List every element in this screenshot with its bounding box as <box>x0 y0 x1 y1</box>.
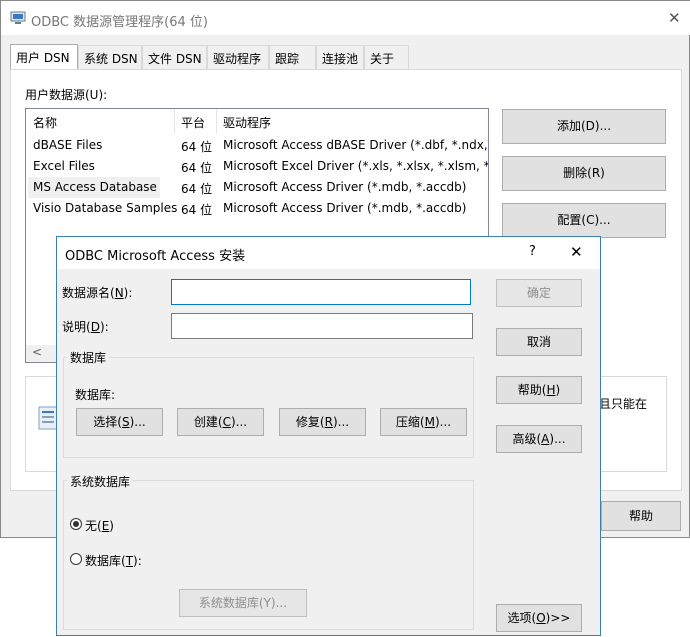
system-database-button[interactable]: 系统数据库(Y)... <box>179 589 307 617</box>
row-name: Visio Database Samples <box>33 201 178 215</box>
add-button[interactable]: 添加(D)... <box>502 109 666 144</box>
database-group-title: 数据库 <box>67 349 110 366</box>
dsn-name-input[interactable] <box>171 279 471 305</box>
info-text-partial: 且只能在 <box>599 397 648 411</box>
radio-database[interactable] <box>70 553 82 565</box>
user-dsn-list-label: 用户数据源(U): <box>25 88 108 102</box>
row-platform: 64 位 <box>181 140 213 154</box>
tab-file-dsn[interactable]: 文件 DSN <box>142 45 207 69</box>
table-row[interactable]: MS Access Database 64 位 Microsoft Access… <box>26 177 488 198</box>
table-row[interactable]: dBASE Files 64 位 Microsoft Access dBASE … <box>26 135 488 156</box>
ok-button[interactable]: 确定 <box>496 279 582 307</box>
select-database-button[interactable]: 选择(S)... <box>76 408 163 436</box>
dialog-title-bar: ODBC Microsoft Access 安装 ? ✕ <box>57 237 600 269</box>
radio-none[interactable] <box>70 518 82 530</box>
configure-button[interactable]: 配置(C)... <box>502 203 666 238</box>
row-name: Excel Files <box>33 159 95 173</box>
column-divider <box>216 109 217 133</box>
row-platform: 64 位 <box>181 182 213 196</box>
access-setup-dialog: ODBC Microsoft Access 安装 ? ✕ 数据源名(N): 说明… <box>56 236 601 636</box>
row-driver: Microsoft Excel Driver (*.xls, *.xlsx, *… <box>223 159 488 173</box>
row-name: dBASE Files <box>33 138 103 152</box>
options-button[interactable]: 选项(O)>> <box>496 604 582 632</box>
radio-database-label[interactable]: 数据库(T): <box>85 552 142 569</box>
row-platform: 64 位 <box>181 203 213 217</box>
table-row[interactable]: Excel Files 64 位 Microsoft Excel Driver … <box>26 156 488 177</box>
table-row[interactable]: Visio Database Samples 64 位 Microsoft Ac… <box>26 198 488 219</box>
dialog-title: ODBC Microsoft Access 安装 <box>65 249 246 264</box>
system-database-group-title: 系统数据库 <box>67 473 134 490</box>
help-button[interactable]: 帮助(H) <box>496 376 582 404</box>
column-header-driver[interactable]: 驱动程序 <box>223 114 271 131</box>
main-help-button[interactable]: 帮助 <box>601 501 681 531</box>
dsn-name-label: 数据源名(N): <box>62 286 133 300</box>
tab-system-dsn[interactable]: 系统 DSN <box>78 45 142 69</box>
cancel-button[interactable]: 取消 <box>496 328 582 356</box>
description-label: 说明(D): <box>62 320 109 334</box>
odbc-app-icon <box>10 11 26 24</box>
column-divider <box>174 109 175 133</box>
tab-about[interactable]: 关于 <box>364 45 409 69</box>
help-icon[interactable]: ? <box>529 244 536 259</box>
database-path-label: 数据库: <box>75 388 116 402</box>
row-driver: Microsoft Access Driver (*.mdb, *.accdb) <box>223 201 467 215</box>
row-driver: Microsoft Access Driver (*.mdb, *.accdb) <box>223 180 467 194</box>
row-platform: 64 位 <box>181 161 213 175</box>
close-icon[interactable]: ✕ <box>668 9 681 27</box>
compact-database-button[interactable]: 压缩(M)... <box>380 408 467 436</box>
window-title: ODBC 数据源管理程序(64 位) <box>31 15 208 30</box>
description-input[interactable] <box>171 313 473 339</box>
scroll-left-icon[interactable]: < <box>32 345 42 359</box>
tab-connection-pool[interactable]: 连接池 <box>316 45 364 69</box>
row-name: MS Access Database <box>33 180 157 194</box>
column-header-name[interactable]: 名称 <box>33 114 57 131</box>
remove-button[interactable]: 删除(R) <box>502 156 666 191</box>
radio-none-label[interactable]: 无(E) <box>85 517 114 534</box>
column-header-platform[interactable]: 平台 <box>181 114 205 131</box>
row-driver: Microsoft Access dBASE Driver (*.dbf, *.… <box>223 138 488 152</box>
tab-user-dsn[interactable]: 用户 DSN <box>10 44 78 70</box>
tab-drivers[interactable]: 驱动程序 <box>207 45 269 69</box>
tab-tracing[interactable]: 跟踪 <box>269 45 316 69</box>
close-icon[interactable]: ✕ <box>570 243 583 261</box>
repair-database-button[interactable]: 修复(R)... <box>279 408 366 436</box>
advanced-button[interactable]: 高级(A)... <box>496 425 582 453</box>
title-bar: ODBC 数据源管理程序(64 位) ✕ <box>1 1 690 35</box>
create-database-button[interactable]: 创建(C)... <box>177 408 264 436</box>
